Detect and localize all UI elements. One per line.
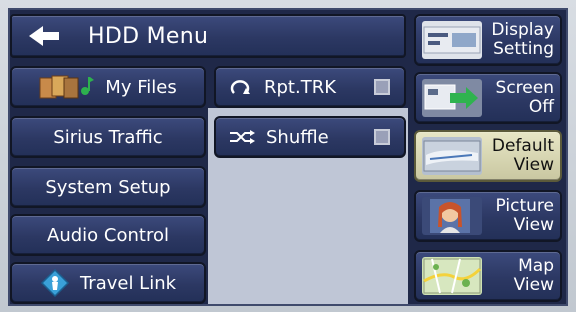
default-view-button[interactable]: Default View [414, 130, 562, 182]
default-view-icon [422, 137, 482, 175]
picture-view-label: Picture View [495, 196, 554, 235]
display-setting-button[interactable]: Display Setting [414, 14, 562, 66]
screen-off-label: Screen Off [495, 78, 554, 117]
my-files-label: My Files [105, 76, 177, 98]
repeat-track-label: Rpt.TRK [264, 76, 337, 98]
sirius-traffic-label: Sirius Traffic [53, 126, 163, 148]
travel-link-icon [40, 268, 70, 298]
shuffle-button[interactable]: Shuffle [214, 116, 406, 158]
repeat-track-checkbox[interactable] [374, 79, 390, 95]
map-view-icon [422, 257, 482, 295]
screen-off-icon [422, 79, 482, 117]
picture-view-button[interactable]: Picture View [414, 190, 562, 242]
shuffle-checkbox[interactable] [374, 129, 390, 145]
repeat-icon [228, 77, 254, 97]
default-view-label: Default View [491, 136, 554, 175]
my-files-button[interactable]: My Files [10, 66, 206, 108]
display-setting-icon [422, 21, 482, 59]
system-setup-button[interactable]: System Setup [10, 166, 206, 208]
back-arrow-icon [29, 26, 59, 46]
travel-link-label: Travel Link [79, 272, 177, 294]
screen-off-button[interactable]: Screen Off [414, 72, 562, 124]
page-title: HDD Menu [88, 23, 209, 49]
audio-control-button[interactable]: Audio Control [10, 214, 206, 256]
back-button[interactable] [18, 18, 70, 54]
map-view-label: Map View [513, 256, 554, 295]
sirius-traffic-button[interactable]: Sirius Traffic [10, 116, 206, 158]
header-bar: HDD Menu [10, 14, 406, 58]
display-setting-label: Display Setting [491, 20, 554, 59]
picture-view-icon [422, 197, 482, 235]
shuffle-icon [228, 129, 256, 145]
map-view-button[interactable]: Map View [414, 250, 562, 302]
shuffle-label: Shuffle [266, 126, 329, 148]
my-files-icon [39, 74, 95, 100]
audio-control-label: Audio Control [47, 224, 169, 246]
repeat-track-button[interactable]: Rpt.TRK [214, 66, 406, 108]
system-setup-label: System Setup [45, 176, 171, 198]
travel-link-button[interactable]: Travel Link [10, 262, 206, 304]
